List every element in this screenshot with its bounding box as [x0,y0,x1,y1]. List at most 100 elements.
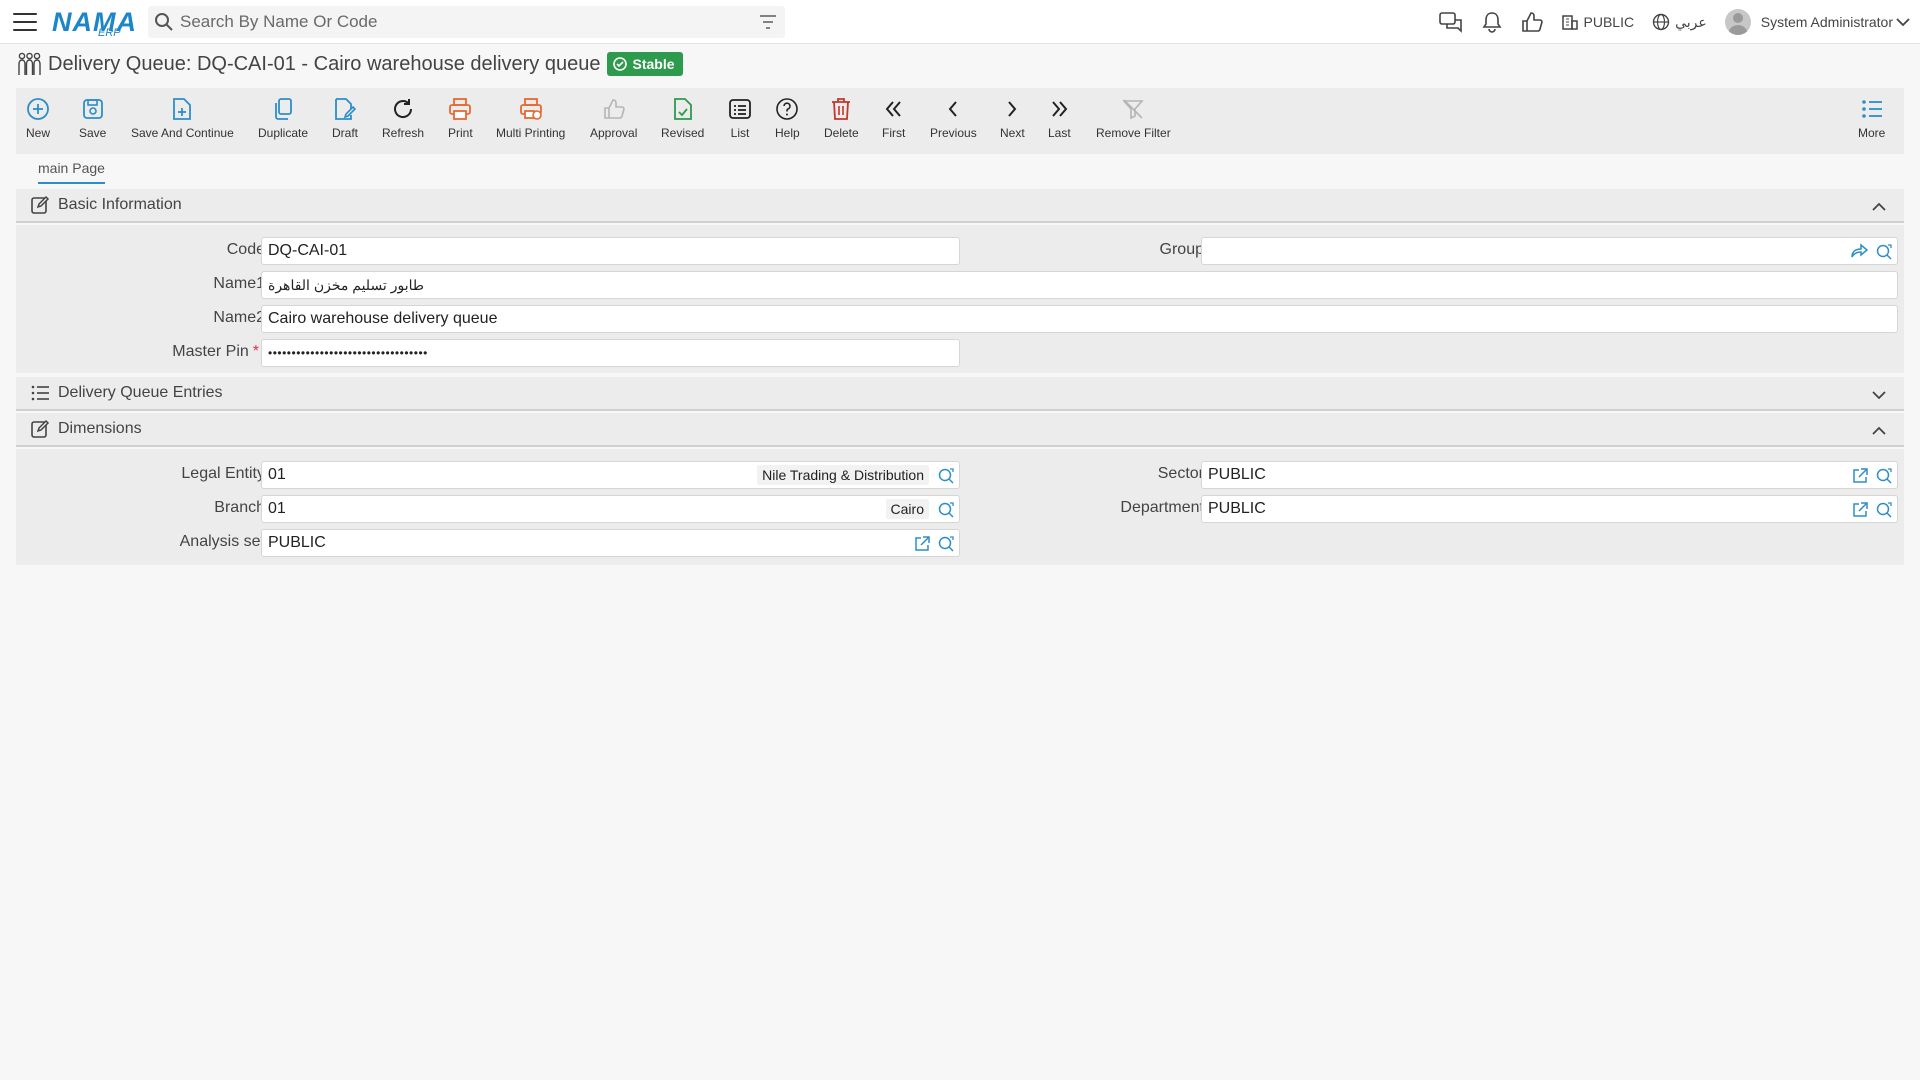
dimensions-header[interactable]: Dimensions [16,413,1904,447]
sector-field[interactable]: PUBLIC [1201,461,1898,489]
branch-field[interactable]: 01 Cairo [261,495,960,523]
revised-button[interactable]: Revised [661,88,704,140]
multi-printer-icon [519,98,542,120]
group-field[interactable] [1201,237,1898,265]
department-label: Department [1120,499,1204,516]
dimensions-title: Dimensions [58,420,142,437]
search-lookup-icon[interactable] [937,501,955,519]
code-field[interactable]: DQ-CAI-01 [261,237,960,265]
edit-file-icon [335,98,357,120]
refresh-button[interactable]: Refresh [382,88,424,140]
list-button[interactable]: List [728,88,752,140]
approval-button[interactable]: Approval [590,88,637,140]
legal-entity-name: Nile Trading & Distribution [757,465,929,485]
chat-icon[interactable] [1438,11,1463,33]
chevron-up-icon[interactable] [1872,199,1886,217]
legal-entity-field[interactable]: 01 Nile Trading & Distribution [261,461,960,489]
language-label: عربي [1675,13,1707,30]
draft-button[interactable]: Draft [332,88,358,140]
more-label: More [1858,126,1886,140]
basic-information-title: Basic Information [58,196,182,213]
thumbs-up-icon[interactable] [1521,11,1543,33]
multi-printing-label: Multi Printing [496,126,566,140]
analysis-set-label: Analysis set [179,533,265,550]
building-icon [1561,15,1578,30]
globe-icon [1652,13,1670,31]
entity-selector[interactable]: PUBLIC [1561,13,1635,31]
bell-icon[interactable] [1481,11,1503,33]
branch-label: Branch [214,499,265,516]
search-input[interactable] [180,12,740,32]
chevron-down-icon [1896,18,1910,27]
queue-people-icon [18,52,41,75]
code-value: DQ-CAI-01 [268,242,348,259]
duplicate-label: Duplicate [258,126,309,140]
trash-icon [832,98,851,120]
remove-filter-label: Remove Filter [1096,126,1171,140]
logo[interactable]: NAMA ERP [52,5,136,39]
search-lookup-icon[interactable] [1875,501,1893,519]
remove-filter-button[interactable]: Remove Filter [1096,88,1171,140]
approval-label: Approval [590,126,638,140]
external-link-icon[interactable] [1851,501,1869,519]
entity-label: PUBLIC [1583,14,1635,30]
name2-label: Name2 [213,309,265,326]
first-button[interactable]: First [882,88,905,140]
help-label: Help [775,126,800,140]
user-menu[interactable]: System Administrator [1724,9,1910,35]
menu-icon[interactable] [13,12,37,31]
previous-button[interactable]: Previous [930,88,977,140]
save-and-continue-button[interactable]: Save And Continue [131,88,234,140]
external-link-icon[interactable] [1851,467,1869,485]
next-button[interactable]: Next [1000,88,1025,140]
sector-value: PUBLIC [1208,466,1266,483]
name2-value: Cairo warehouse delivery queue [268,310,498,327]
chevron-right-icon [1008,101,1017,117]
double-chevron-left-icon [885,101,901,117]
analysis-set-field[interactable]: PUBLIC [261,529,960,557]
legal-entity-label: Legal Entity [181,465,265,482]
search-lookup-icon[interactable] [937,467,955,485]
delivery-queue-entries-header[interactable]: Delivery Queue Entries [16,377,1904,411]
toolbar: New Save Save And Continue Duplicate Dra… [16,88,1904,154]
basic-information-header[interactable]: Basic Information [16,189,1904,223]
help-icon [776,98,799,120]
share-icon[interactable] [1851,243,1869,261]
duplicate-button[interactable]: Duplicate [258,88,308,140]
printer-icon [449,98,472,120]
tab-main-page[interactable]: main Page [38,160,105,184]
search-lookup-icon[interactable] [937,535,955,553]
name1-value: طابور تسليم مخزن القاهرة [268,276,425,293]
department-field[interactable]: PUBLIC [1201,495,1898,523]
list-icon [31,385,49,401]
chevron-left-icon [949,101,958,117]
search-lookup-icon[interactable] [1875,467,1893,485]
page-header: Delivery Queue: DQ-CAI-01 - Cairo wareho… [16,50,683,78]
filter-icon[interactable] [753,14,777,35]
last-button[interactable]: Last [1048,88,1071,140]
language-selector[interactable]: عربي [1652,13,1707,31]
sector-label: Sector [1157,465,1204,482]
master-pin-label: Master Pin * [172,343,259,361]
chevron-down-icon[interactable] [1872,387,1886,405]
name2-field[interactable]: Cairo warehouse delivery queue [261,305,1898,333]
delete-button[interactable]: Delete [824,88,859,140]
multi-printing-button[interactable]: Multi Printing [496,88,565,140]
more-button[interactable]: More [1858,88,1885,140]
master-pin-field[interactable]: •••••••••••••••••••••••••••••••••• [261,339,960,367]
name1-field[interactable]: طابور تسليم مخزن القاهرة [261,271,1898,299]
master-pin-value: •••••••••••••••••••••••••••••••••• [268,346,428,360]
edit-icon [31,419,50,438]
revised-label: Revised [661,126,705,140]
help-button[interactable]: Help [775,88,800,140]
search-lookup-icon[interactable] [1875,243,1893,261]
refresh-icon [394,99,413,118]
new-button[interactable]: New [26,88,50,140]
chevron-up-icon[interactable] [1872,423,1886,441]
external-link-icon[interactable] [913,535,931,553]
print-button[interactable]: Print [448,88,473,140]
save-button[interactable]: Save [79,88,106,140]
search-bar [148,6,785,38]
logo-subtext: ERP [98,26,121,39]
list-label: List [730,126,750,140]
